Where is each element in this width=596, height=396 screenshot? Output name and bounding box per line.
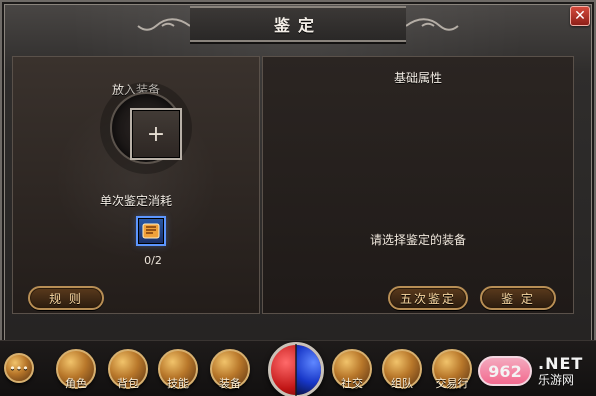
book-icon xyxy=(142,223,160,239)
watermark-domain: .NET xyxy=(538,354,584,373)
bottom-item-trade-label: 交易行 xyxy=(435,377,469,390)
bottom-item-equipment-label: 装备 xyxy=(219,377,241,390)
cost-item-slot[interactable] xyxy=(136,216,166,246)
identify-button-label: 鉴 定 xyxy=(501,291,535,306)
base-attributes-title: 基础属性 xyxy=(393,71,442,85)
window-title: 鉴定 xyxy=(273,16,322,35)
close-button[interactable]: ✕ xyxy=(570,6,590,26)
bottom-item-bag[interactable]: 背包 xyxy=(108,349,148,390)
five-times-identify-button[interactable]: 五次鉴定 xyxy=(388,286,468,310)
bottom-item-bag-label: 背包 xyxy=(117,377,139,390)
watermark-cn: 乐游网 xyxy=(538,373,575,387)
bottom-item-skill-label: 技能 xyxy=(167,377,189,390)
chat-button[interactable]: ••• xyxy=(4,353,34,383)
bottom-item-equipment[interactable]: 装备 xyxy=(210,349,250,390)
title-ornament-right xyxy=(406,18,459,31)
plus-icon: + xyxy=(146,121,166,147)
bottom-item-social-label: 社交 xyxy=(341,377,363,390)
watermark-text: .NET 乐游网 xyxy=(538,354,584,387)
close-icon: ✕ xyxy=(574,8,586,24)
five-times-identify-label: 五次鉴定 xyxy=(399,291,456,306)
title-bar: 鉴定 xyxy=(137,6,459,42)
title-ornament-left xyxy=(137,18,190,31)
bottom-item-trade[interactable]: 交易行 xyxy=(432,349,472,390)
cost-title: 单次鉴定消耗 xyxy=(99,194,172,208)
bottom-item-team-label: 组队 xyxy=(391,377,413,390)
equipment-slot[interactable]: + xyxy=(130,108,182,160)
bottom-item-team[interactable]: 组队 xyxy=(382,349,422,390)
bottom-item-social[interactable]: 社交 xyxy=(332,349,372,390)
watermark-logo: 962 xyxy=(478,356,532,386)
rules-button-label: 规 则 xyxy=(49,291,83,306)
cost-count: 0/2 xyxy=(144,254,162,267)
rules-button[interactable]: 规 则 xyxy=(28,286,104,310)
bottom-item-character-label: 角色 xyxy=(65,377,87,390)
bottom-item-character[interactable]: 角色 xyxy=(56,349,96,390)
select-equipment-hint: 请选择鉴定的装备 xyxy=(369,233,466,247)
right-panel: 基础属性 请选择鉴定的装备 xyxy=(262,56,574,314)
chat-icon: ••• xyxy=(9,361,29,375)
identify-button[interactable]: 鉴 定 xyxy=(480,286,556,310)
site-watermark: 962 .NET 乐游网 xyxy=(478,346,596,396)
bottom-item-skill[interactable]: 技能 xyxy=(158,349,198,390)
orb-divider xyxy=(295,344,297,396)
